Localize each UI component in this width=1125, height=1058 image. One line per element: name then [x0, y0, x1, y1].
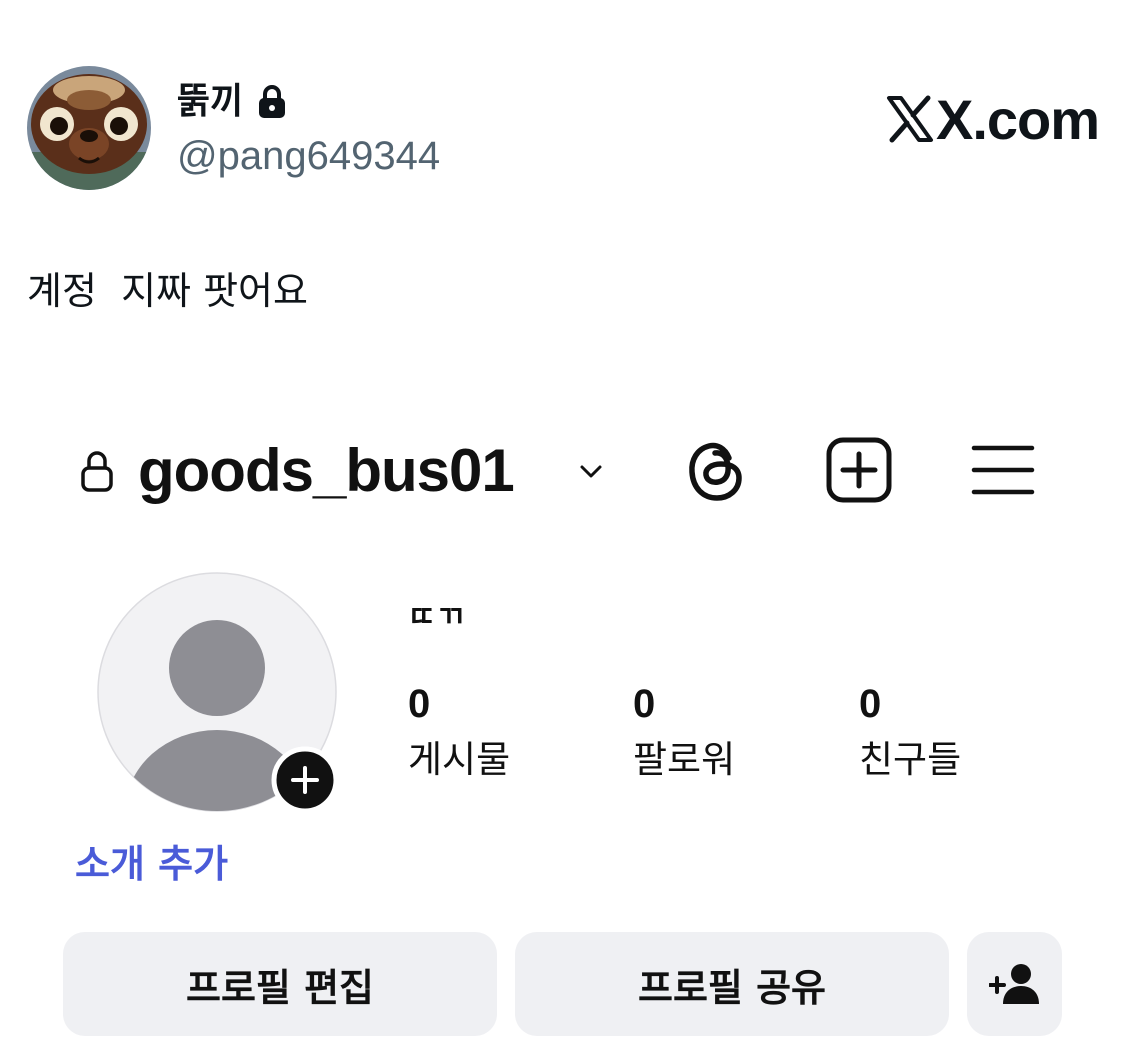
lock-icon [80, 450, 114, 492]
lock-icon [257, 84, 287, 120]
hamburger-menu-icon [971, 445, 1035, 495]
share-profile-button[interactable]: 프로필 공유 [515, 932, 949, 1036]
stat-friends-label: 친구들 [859, 738, 962, 781]
tweet-avatar[interactable] [27, 66, 151, 190]
ig-full-name: ㄸㄲ [408, 600, 466, 635]
stat-posts[interactable]: 0 게시물 [408, 678, 510, 790]
x-brand[interactable]: X.com [886, 84, 1100, 154]
plus-square-icon [826, 437, 892, 503]
stat-followers[interactable]: 0 팔로워 [633, 678, 735, 790]
ig-profile-header: goods_bus01 [80, 430, 1060, 510]
add-user-icon [988, 964, 1039, 1004]
stat-friends[interactable]: 0 친구들 [859, 678, 961, 790]
threads-button[interactable] [678, 432, 754, 508]
add-story-button[interactable] [271, 746, 339, 814]
display-name-row: 뚥끼 [177, 80, 287, 124]
add-bio-link[interactable]: 소개 추가 [75, 838, 228, 890]
brand-text: X.com [936, 87, 1100, 151]
animal-character-avatar-icon [27, 66, 151, 190]
tweet-text: 계정 지짜 팟어요 [27, 269, 308, 313]
stat-posts-label: 게시물 [408, 738, 511, 781]
menu-button[interactable] [965, 432, 1041, 508]
plus-circle-icon [271, 746, 339, 814]
x-logo-icon [887, 95, 933, 143]
ig-username[interactable]: goods_bus01 [138, 436, 515, 506]
user-handle[interactable]: @pang649344 [177, 133, 440, 179]
create-button[interactable] [821, 432, 897, 508]
add-user-button[interactable] [967, 932, 1062, 1036]
threads-icon [689, 442, 742, 501]
stat-friends-count: 0 [859, 682, 882, 726]
stat-followers-count: 0 [633, 682, 656, 726]
edit-profile-button[interactable]: 프로필 편집 [63, 932, 497, 1036]
chevron-down-icon[interactable] [576, 456, 606, 486]
display-name[interactable]: 뚥끼 [177, 80, 243, 124]
stat-posts-count: 0 [408, 682, 431, 726]
stat-followers-label: 팔로워 [633, 738, 736, 781]
